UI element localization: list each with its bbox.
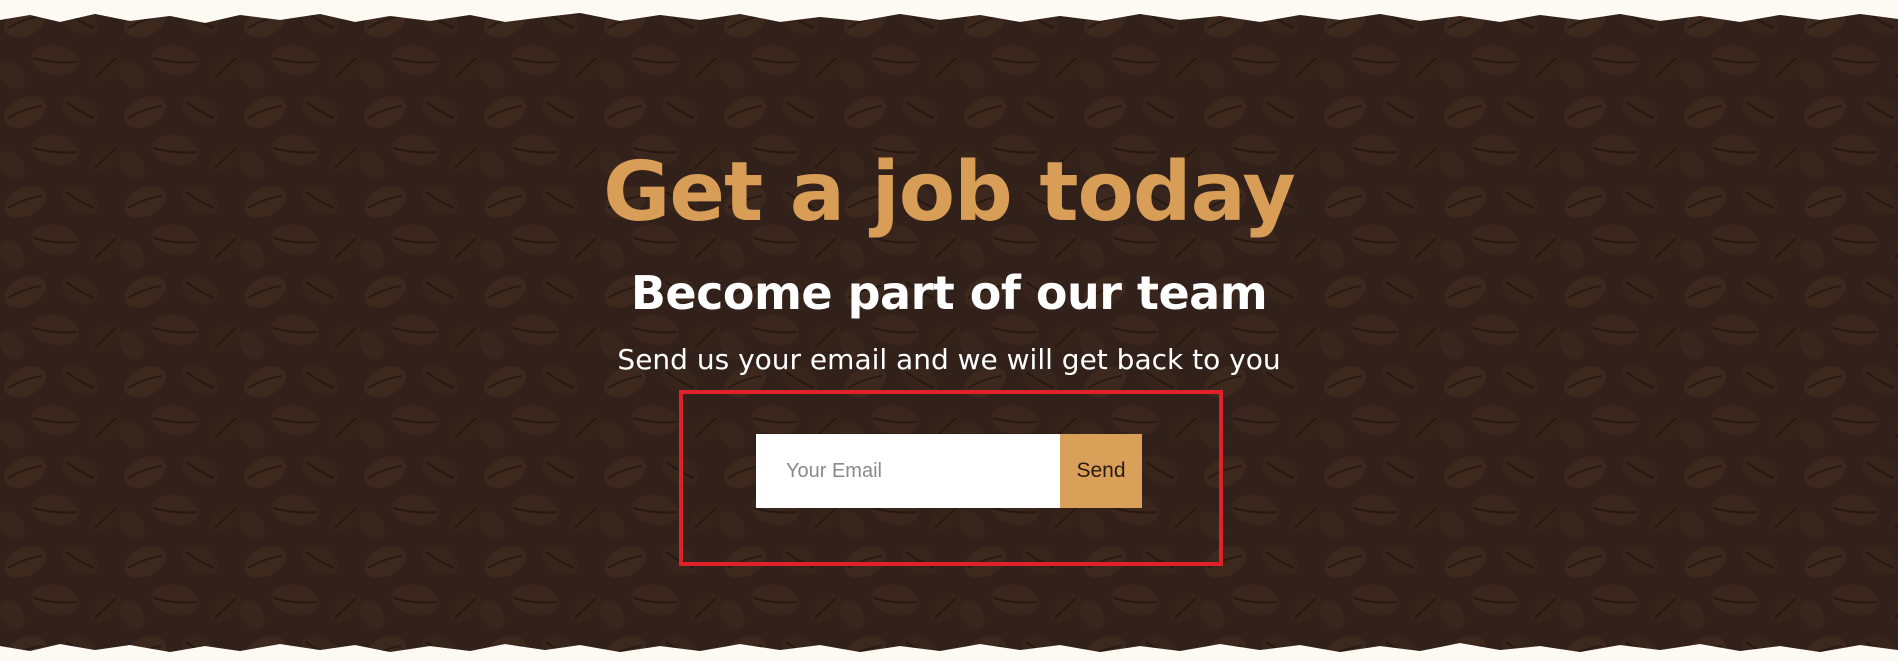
hero-section: Get a job today Become part of our team … xyxy=(0,0,1898,661)
send-button[interactable]: Send xyxy=(1060,434,1142,508)
hero-content: Get a job today Become part of our team … xyxy=(0,0,1898,661)
email-input[interactable] xyxy=(756,434,1060,508)
tagline: Send us your email and we will get back … xyxy=(617,343,1281,376)
headline: Get a job today xyxy=(603,145,1296,240)
email-signup-form: Send xyxy=(756,434,1142,508)
subheadline: Become part of our team xyxy=(630,266,1268,320)
